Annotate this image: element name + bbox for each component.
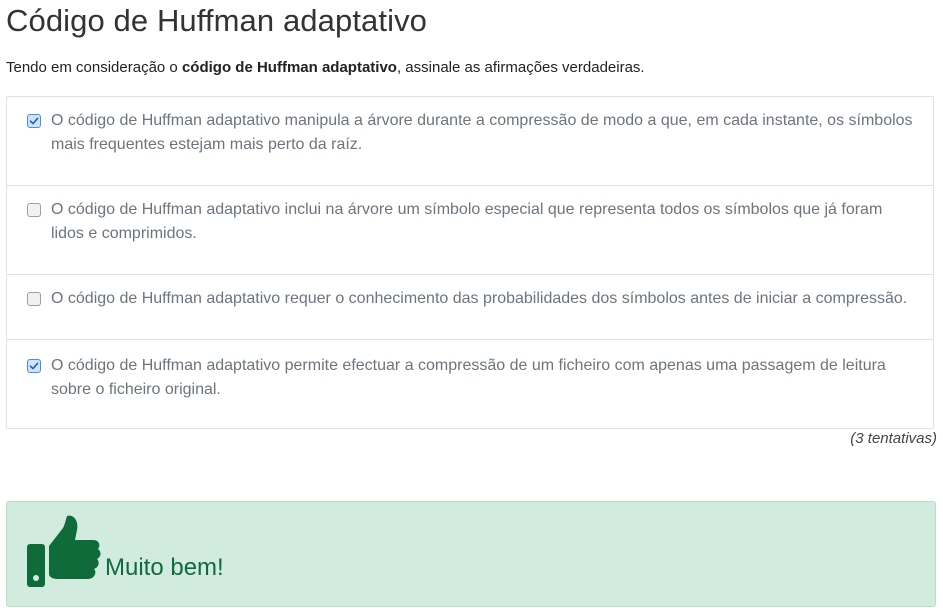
option-item[interactable]: O código de Huffman adaptativo requer o …: [7, 275, 933, 340]
option-item[interactable]: O código de Huffman adaptativo inclui na…: [7, 186, 933, 275]
thumbs-up-icon: [27, 514, 101, 595]
option-checkbox[interactable]: [27, 114, 41, 128]
attempts-count: (3 tentativas): [850, 430, 937, 447]
feedback-message: Muito bem!: [105, 554, 224, 581]
feedback-panel: Muito bem!: [6, 501, 936, 607]
option-item[interactable]: O código de Huffman adaptativo manipula …: [7, 97, 933, 186]
option-checkbox[interactable]: [27, 292, 41, 306]
option-label: O código de Huffman adaptativo requer o …: [51, 290, 908, 307]
prompt-text-start: Tendo em consideração o: [6, 59, 182, 76]
option-checkbox[interactable]: [27, 359, 41, 373]
option-checkbox[interactable]: [27, 203, 41, 217]
page-title: Código de Huffman adaptativo: [6, 3, 428, 38]
question-prompt: Tendo em consideração o código de Huffma…: [6, 57, 645, 79]
options-list: O código de Huffman adaptativo manipula …: [6, 96, 934, 429]
option-label: O código de Huffman adaptativo inclui na…: [51, 201, 883, 242]
prompt-text-end: , assinale as afirmações verdadeiras.: [396, 59, 645, 76]
option-label: O código de Huffman adaptativo permite e…: [51, 357, 886, 398]
option-item[interactable]: O código de Huffman adaptativo permite e…: [7, 340, 933, 428]
option-label: O código de Huffman adaptativo manipula …: [51, 112, 913, 153]
prompt-text-bold: código de Huffman adaptativo: [181, 59, 397, 76]
